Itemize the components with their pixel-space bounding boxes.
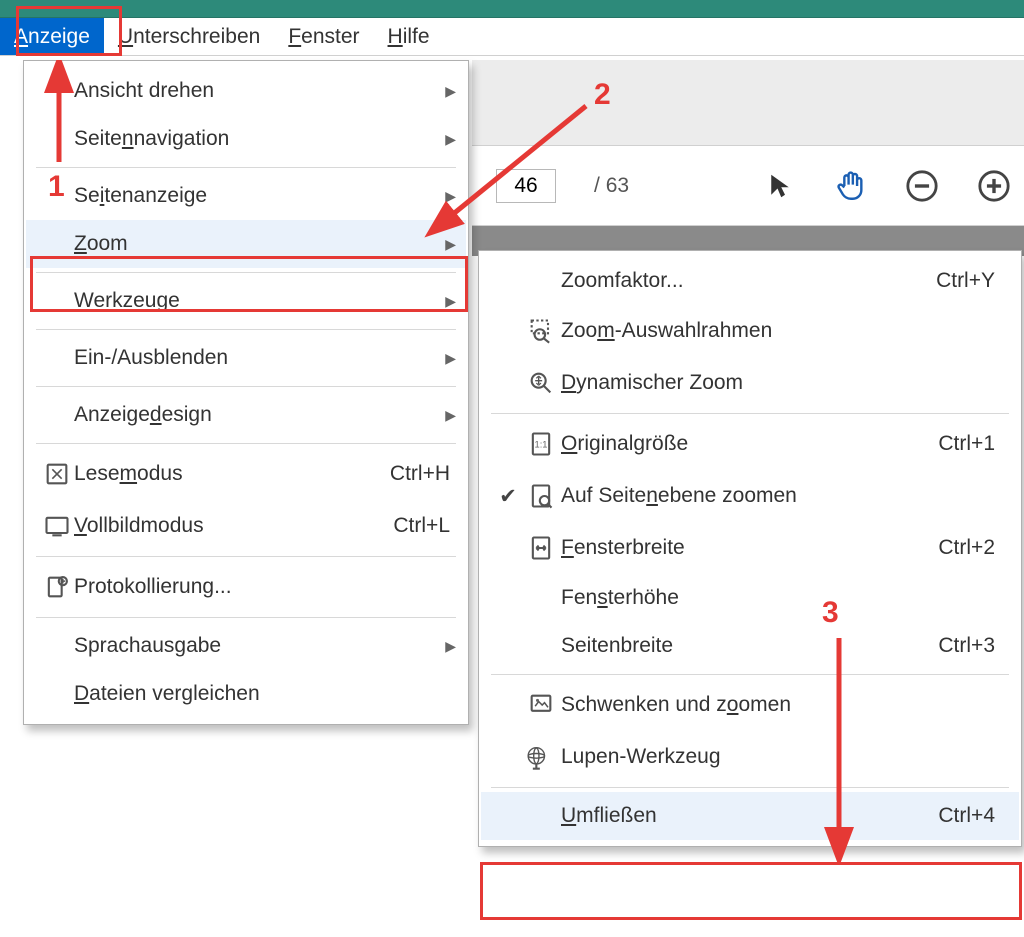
submenu-item-zoomfaktor-[interactable]: Zoomfaktor...Ctrl+Y	[481, 257, 1019, 305]
submenu-item-fensterbreite[interactable]: FensterbreiteCtrl+2	[481, 522, 1019, 574]
menu-item-zoom[interactable]: Zoom▶	[26, 220, 466, 268]
zoom-in-icon[interactable]	[977, 169, 1011, 203]
menu-item-ansicht-drehen[interactable]: Ansicht drehen▶	[26, 67, 466, 115]
submenu-item-shortcut: Ctrl+1	[938, 432, 1001, 456]
menu-item-vollbildmodus[interactable]: VollbildmodusCtrl+L	[26, 500, 466, 552]
menu-separator	[36, 443, 456, 444]
page-total: / 63	[594, 174, 629, 198]
submenu-item-label: Zoom-Auswahlrahmen	[561, 319, 1001, 343]
zoom-submenu: Zoomfaktor...Ctrl+Y Zoom-Auswahlrahmen Dyn…	[478, 250, 1022, 847]
menubar-item-unterschreiben[interactable]: Unterschreiben	[104, 18, 274, 55]
submenu-item-shortcut: Ctrl+Y	[936, 269, 1001, 293]
menubar-item-hilfe[interactable]: Hilfe	[374, 18, 444, 55]
page-number-input[interactable]	[496, 169, 556, 203]
submenu-item-lupen-werkzeug[interactable]: Lupen-Werkzeug	[481, 731, 1019, 783]
menu-separator	[36, 272, 456, 273]
submenu-arrow-icon: ▶	[438, 236, 456, 253]
dynamic-icon	[521, 369, 561, 397]
submenu-item-auf-seitenebene-zoomen[interactable]: ✔ Auf Seitenebene zoomen	[481, 470, 1019, 522]
menu-item-seitennavigation[interactable]: Seitennavigation▶	[26, 115, 466, 163]
submenu-item-label: Fensterhöhe	[561, 586, 1001, 610]
submenu-item-shortcut: Ctrl+3	[938, 634, 1001, 658]
menu-item-label: Protokollierung...	[74, 575, 456, 599]
menu-separator	[491, 674, 1009, 675]
menu-separator	[491, 413, 1009, 414]
submenu-item-originalgr-e[interactable]: 1:1 OriginalgrößeCtrl+1	[481, 418, 1019, 470]
menu-separator	[36, 167, 456, 168]
submenu-item-shortcut: Ctrl+2	[938, 536, 1001, 560]
menu-bar: AnzeigeUnterschreibenFensterHilfe	[0, 18, 1024, 56]
submenu-arrow-icon: ▶	[438, 188, 456, 205]
menubar-item-fenster[interactable]: Fenster	[274, 18, 373, 55]
loupe-icon	[521, 743, 561, 771]
menu-item-sprachausgabe[interactable]: Sprachausgabe▶	[26, 622, 466, 670]
menu-separator	[36, 556, 456, 557]
menu-item-label: Dateien vergleichen	[74, 682, 456, 706]
menu-item-label: Seitennavigation	[74, 127, 438, 151]
reading-icon	[40, 460, 74, 488]
submenu-arrow-icon: ▶	[438, 293, 456, 310]
menu-item-label: Lesemodus	[74, 462, 390, 486]
fullscreen-icon	[40, 512, 74, 540]
menu-separator	[36, 386, 456, 387]
menu-item-label: Vollbildmodus	[74, 514, 393, 538]
submenu-item-schwenken-und-zoomen[interactable]: Schwenken und zoomen	[481, 679, 1019, 731]
submenu-item-label: Umfließen	[561, 804, 938, 828]
marquee-icon	[521, 317, 561, 345]
submenu-item-seitenbreite[interactable]: SeitenbreiteCtrl+3	[481, 622, 1019, 670]
log-icon	[40, 573, 74, 601]
submenu-arrow-icon: ▶	[438, 638, 456, 655]
menu-separator	[36, 617, 456, 618]
fitwidth-icon	[521, 534, 561, 562]
menu-item-label: Zoom	[74, 232, 438, 256]
submenu-item-label: Dynamischer Zoom	[561, 371, 1001, 395]
svg-text:1:1: 1:1	[535, 440, 548, 450]
menu-item-lesemodus[interactable]: LesemodusCtrl+H	[26, 448, 466, 500]
menu-item-label: Sprachausgabe	[74, 634, 438, 658]
check-icon: ✔	[495, 484, 521, 509]
menu-separator	[36, 329, 456, 330]
zoom-out-icon[interactable]	[905, 169, 939, 203]
menubar-item-anzeige[interactable]: Anzeige	[0, 18, 104, 55]
menu-item-seitenanzeige[interactable]: Seitenanzeige▶	[26, 172, 466, 220]
submenu-item-label: Originalgröße	[561, 432, 938, 456]
submenu-arrow-icon: ▶	[438, 407, 456, 424]
pan-icon	[521, 691, 561, 719]
menu-item-shortcut: Ctrl+H	[390, 462, 456, 486]
menu-item-ein-ausblenden[interactable]: Ein-/Ausblenden▶	[26, 334, 466, 382]
select-tool-icon[interactable]	[765, 170, 795, 202]
submenu-item-label: Fensterbreite	[561, 536, 938, 560]
submenu-arrow-icon: ▶	[438, 350, 456, 367]
title-bar	[0, 0, 1024, 18]
submenu-item-label: Zoomfaktor...	[561, 269, 936, 293]
submenu-item-dynamischer-zoom[interactable]: Dynamischer Zoom	[481, 357, 1019, 409]
menu-item-label: Seitenanzeige	[74, 184, 438, 208]
submenu-item-label: Lupen-Werkzeug	[561, 745, 1001, 769]
menu-item-shortcut: Ctrl+L	[393, 514, 456, 538]
menu-item-protokollierung-[interactable]: Protokollierung...	[26, 561, 466, 613]
menu-item-dateien-vergleichen[interactable]: Dateien vergleichen	[26, 670, 466, 718]
submenu-arrow-icon: ▶	[438, 83, 456, 100]
submenu-item-fensterh-he[interactable]: Fensterhöhe	[481, 574, 1019, 622]
menu-item-label: Werkzeuge	[74, 289, 438, 313]
menu-item-label: Ansicht drehen	[74, 79, 438, 103]
submenu-item-label: Seitenbreite	[561, 634, 938, 658]
submenu-item-umflie-en[interactable]: UmfließenCtrl+4	[481, 792, 1019, 840]
annotation-box-3	[480, 862, 1022, 920]
menu-item-werkzeuge[interactable]: Werkzeuge▶	[26, 277, 466, 325]
view-menu-dropdown: Ansicht drehen▶Seitennavigation▶Seitenan…	[23, 60, 469, 725]
toolbar-area: / 63	[472, 60, 1024, 256]
submenu-item-zoom-auswahlrahmen[interactable]: Zoom-Auswahlrahmen	[481, 305, 1019, 357]
submenu-arrow-icon: ▶	[438, 131, 456, 148]
actual-icon: 1:1	[521, 430, 561, 458]
fitpage-icon	[521, 482, 561, 510]
menu-item-anzeigedesign[interactable]: Anzeigedesign▶	[26, 391, 466, 439]
hand-tool-icon[interactable]	[833, 169, 867, 203]
submenu-item-label: Auf Seitenebene zoomen	[561, 484, 1001, 508]
menu-separator	[491, 787, 1009, 788]
menu-item-label: Anzeigedesign	[74, 403, 438, 427]
submenu-item-label: Schwenken und zoomen	[561, 693, 1001, 717]
menu-item-label: Ein-/Ausblenden	[74, 346, 438, 370]
submenu-item-shortcut: Ctrl+4	[938, 804, 1001, 828]
